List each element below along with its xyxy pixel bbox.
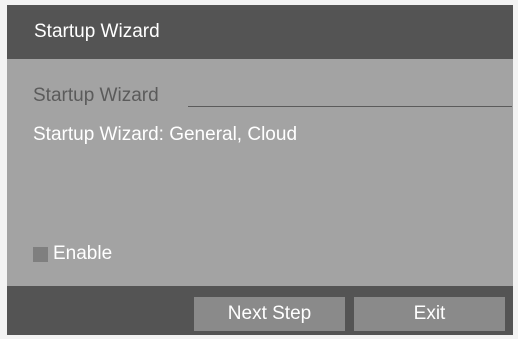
dialog-title-bar: Startup Wizard	[7, 5, 513, 59]
enable-checkbox[interactable]	[33, 246, 48, 262]
section-divider	[188, 106, 512, 107]
dialog-title: Startup Wizard	[34, 21, 160, 42]
screen: Startup Wizard Startup Wizard Startup Wi…	[0, 0, 518, 339]
section-label: Startup Wizard	[33, 85, 159, 106]
enable-label[interactable]: Enable	[53, 242, 112, 266]
dialog-footer: Next Step Exit	[7, 286, 513, 335]
exit-button[interactable]: Exit	[354, 297, 505, 331]
section-header: Startup Wizard	[33, 84, 512, 108]
next-step-button[interactable]: Next Step	[194, 297, 345, 331]
wizard-summary-text: Startup Wizard: General, Cloud	[33, 124, 298, 145]
enable-checkbox-row[interactable]: Enable	[33, 242, 112, 266]
startup-wizard-dialog: Startup Wizard Startup Wizard Startup Wi…	[7, 5, 513, 335]
dialog-content: Startup Wizard Startup Wizard: General, …	[7, 59, 513, 286]
